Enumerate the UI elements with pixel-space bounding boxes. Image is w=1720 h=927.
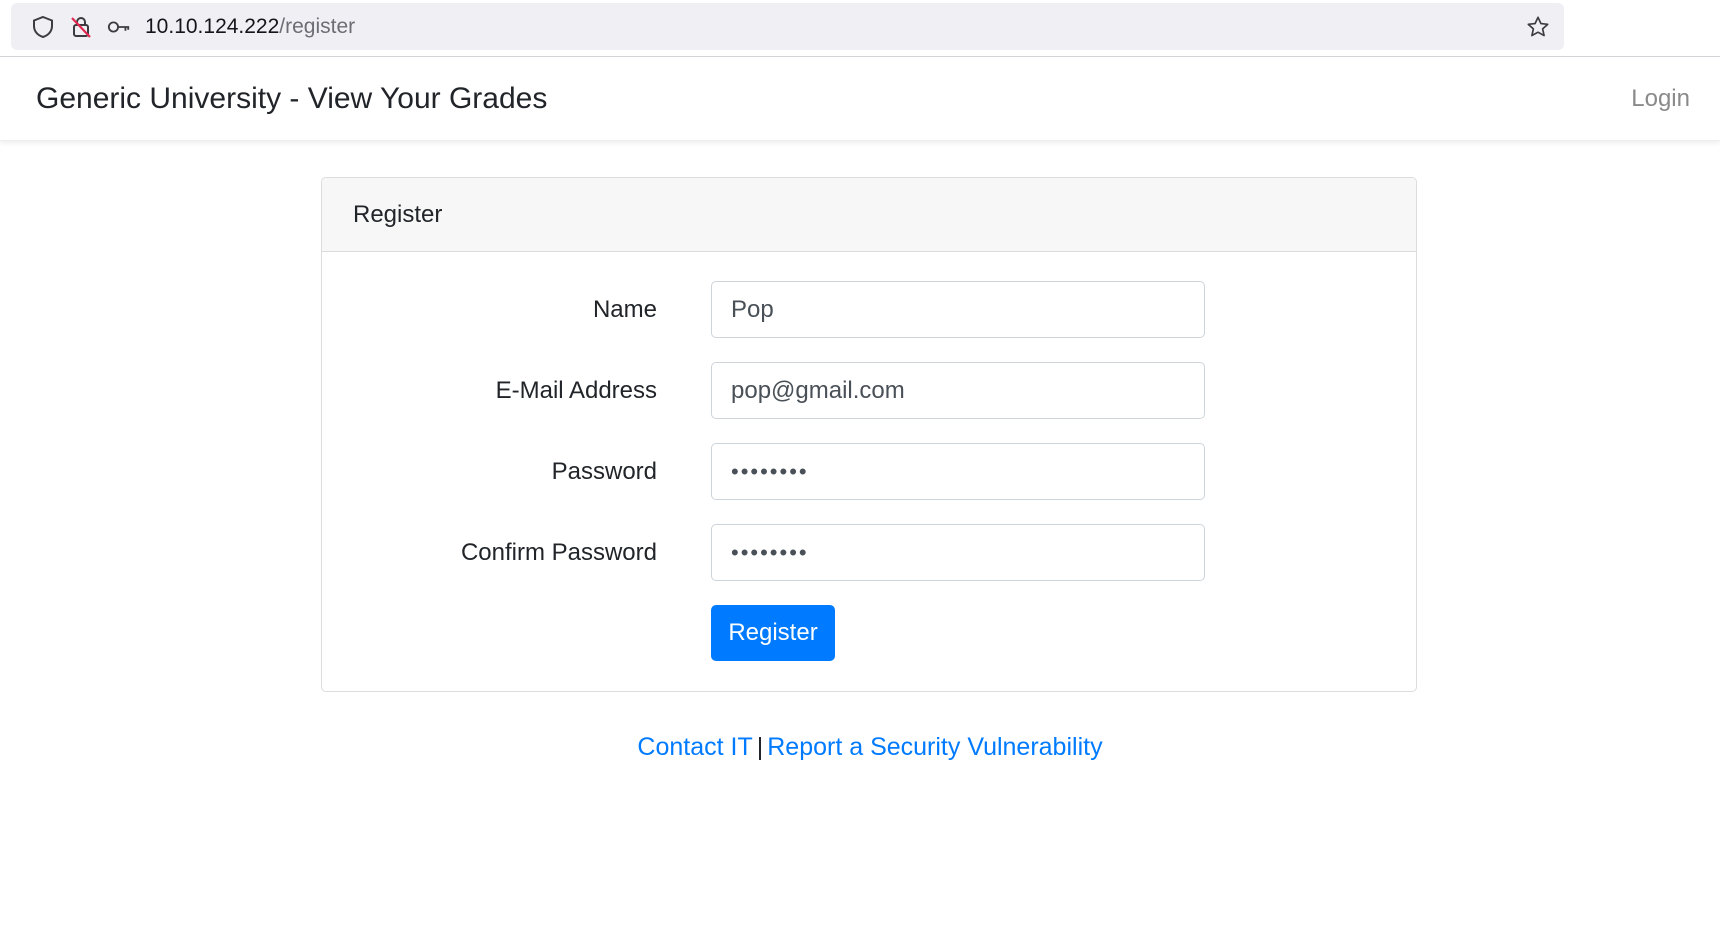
login-link[interactable]: Login [1631,57,1690,141]
url-path: /register [279,15,356,38]
address-bar[interactable]: 10.10.124.222/register [11,3,1564,50]
email-row: E-Mail Address [322,362,1416,419]
email-input[interactable] [711,362,1205,419]
key-icon[interactable] [107,15,131,39]
url-text[interactable]: 10.10.124.222/register [145,3,355,50]
footer-separator: | [756,733,764,761]
register-card: Register Name E-Mail Address Password Co… [321,177,1417,692]
site-navbar: Generic University - View Your Grades Lo… [0,57,1720,141]
name-input[interactable] [711,281,1205,338]
bookmark-star-icon[interactable] [1526,15,1550,39]
password-label: Password [551,458,657,485]
confirm-password-row: Confirm Password [322,524,1416,581]
browser-toolbar: 10.10.124.222/register [0,0,1720,57]
register-button[interactable]: Register [711,605,835,661]
report-vulnerability-link[interactable]: Report a Security Vulnerability [767,733,1102,761]
name-row: Name [322,281,1416,338]
confirm-password-label: Confirm Password [460,539,657,566]
password-input[interactable] [711,443,1205,500]
name-label: Name [592,296,657,323]
card-header: Register [322,178,1416,252]
contact-it-link[interactable]: Contact IT [637,733,752,761]
site-brand[interactable]: Generic University - View Your Grades [36,57,547,141]
shield-icon[interactable] [31,15,55,39]
email-label: E-Mail Address [495,377,657,404]
password-row: Password [322,443,1416,500]
footer: Contact IT | Report a Security Vulnerabili… [0,730,1720,764]
url-host: 10.10.124.222 [145,15,280,38]
insecure-lock-icon[interactable] [69,15,93,39]
confirm-password-input[interactable] [711,524,1205,581]
